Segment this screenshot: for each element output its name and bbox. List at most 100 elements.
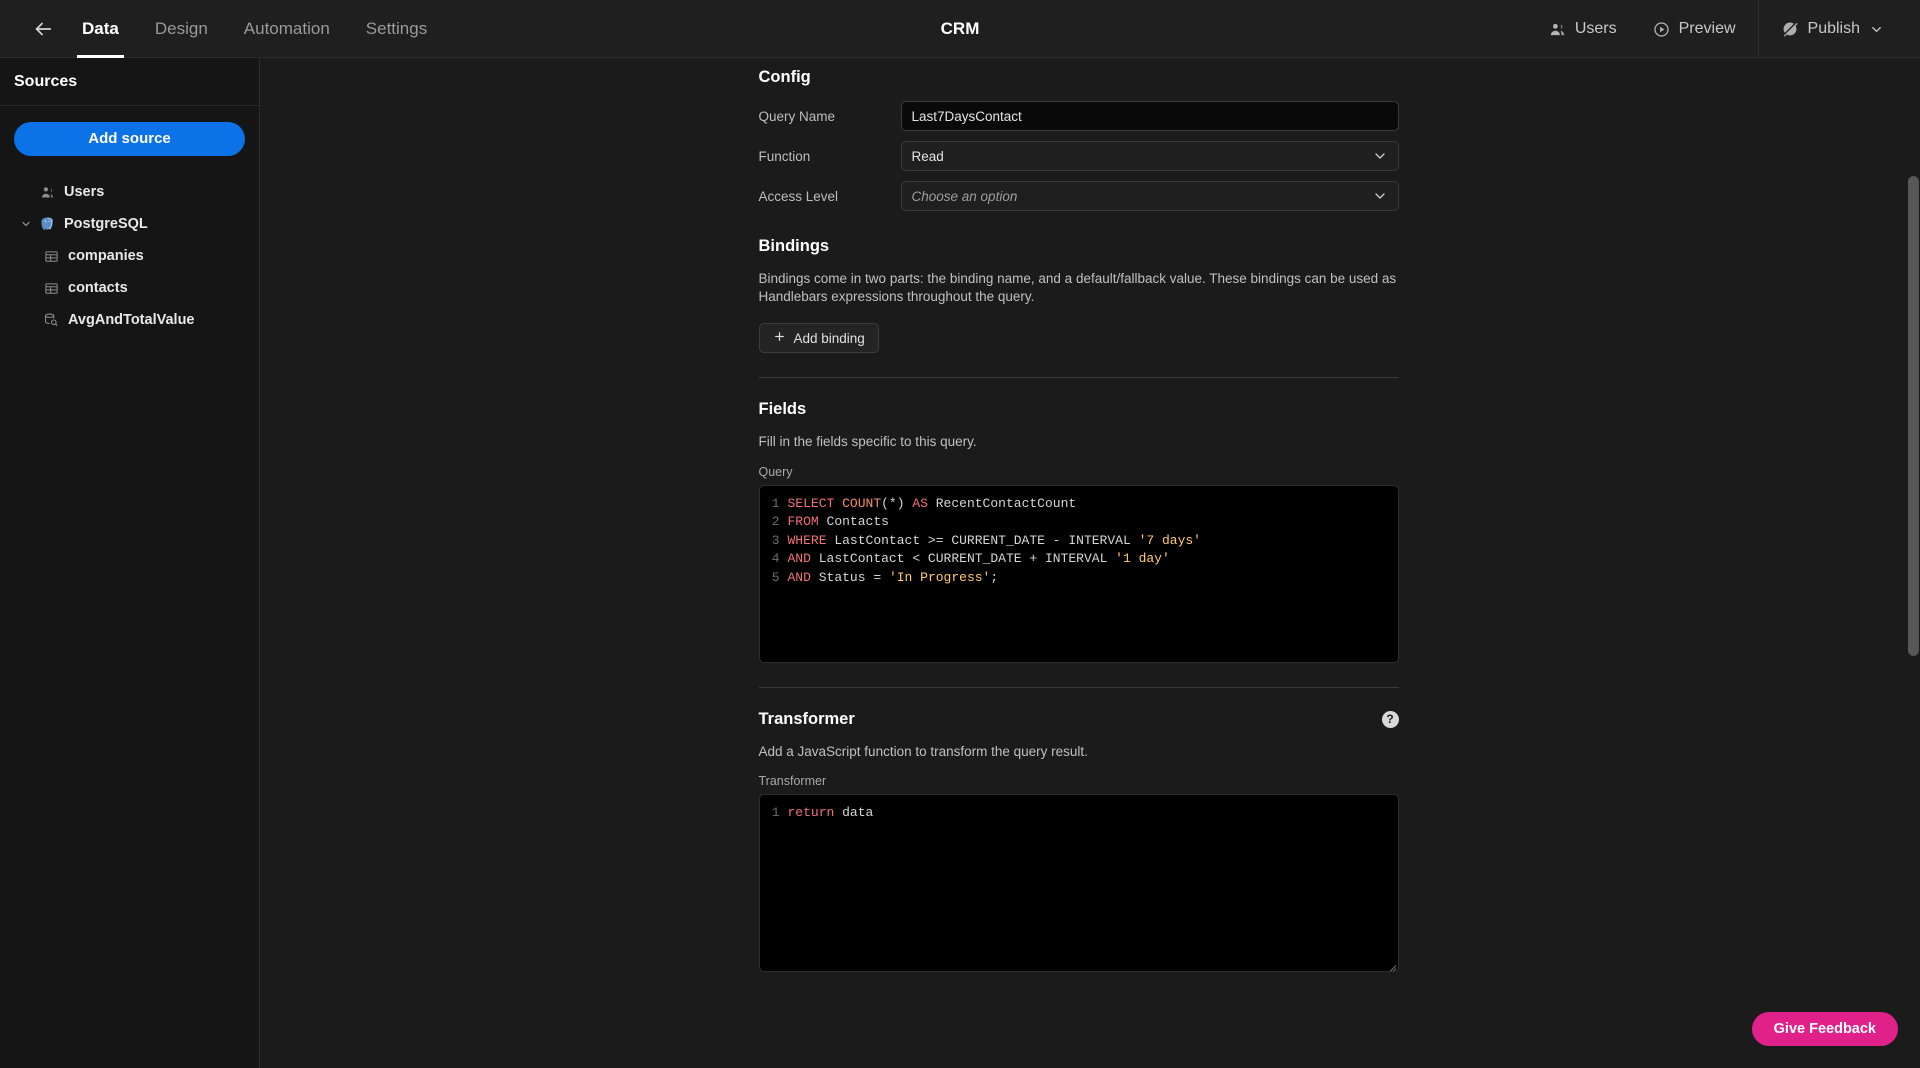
sidebar-item-label: AvgAndTotalValue [68,312,195,328]
sidebar-header: Sources [0,58,259,106]
code-token: SELECT [787,495,843,511]
query-field-label: Query [758,464,793,479]
sidebar-item-label: PostgreSQL [64,216,148,232]
tab-data[interactable]: Data [64,0,137,58]
transformer-title: Transformer [758,709,855,728]
sidebar-item-label: contacts [68,280,128,296]
back-button[interactable] [22,8,64,50]
function-select[interactable]: Read [900,141,1399,171]
code-line: 5 AND Status = 'In Progress'; [760,569,1398,588]
play-circle-icon [1653,21,1670,38]
help-circle-icon[interactable]: ? [1381,710,1399,728]
users-source-icon [34,185,60,200]
code-token: ; [990,569,999,585]
code-token: data [842,805,874,821]
publish-button[interactable]: Publish [1763,0,1902,58]
access-level-select[interactable]: Choose an option [900,181,1399,211]
code-line: 3 WHERE LastContact >= CURRENT_DATE - INT… [760,532,1398,551]
sidebar-body: Add source Users PostgreSQL companies co… [0,106,259,336]
function-label: Function [758,148,811,164]
access-level-label: Access Level [758,188,839,204]
tab-automation-label: Automation [243,18,330,38]
line-number: 1 [771,805,780,821]
code-token: RecentContactCount [935,495,1077,511]
code-token: (*) [881,495,913,511]
add-source-button[interactable]: Add source [14,122,245,156]
add-binding-button[interactable]: Add binding [758,323,879,354]
code-line: 2 FROM Contacts [760,513,1398,532]
access-level-row: Access Level Choose an option [759,181,1399,211]
sql-code-editor[interactable]: 1 SELECT COUNT (*) AS RecentContactCount 2 F… [758,484,1399,663]
line-number: 2 [771,514,780,530]
top-bar: Data Design Automation Settings CRM User… [0,0,1920,58]
users-button[interactable]: Users [1531,0,1635,58]
query-name-row: Query Name Last7DaysContact [759,101,1399,131]
query-name-label: Query Name [758,108,836,124]
code-token: '1 day' [1115,551,1170,567]
bindings-description: Bindings come in two parts: the binding … [758,271,1397,304]
chevron-down-icon[interactable] [18,218,34,230]
code-token: AS [912,495,936,511]
chevron-down-icon [1372,148,1388,164]
sidebar-item-contacts[interactable]: contacts [14,272,245,304]
code-token: 'In Progress' [888,569,991,585]
tab-automation[interactable]: Automation [226,0,348,58]
resize-handle[interactable] [1384,957,1396,969]
add-binding-label: Add binding [793,330,865,346]
chevron-down-icon [1372,188,1388,204]
tab-design[interactable]: Design [137,0,226,58]
code-token: WHERE [787,532,835,548]
transformer-code-editor[interactable]: 1 return data [758,794,1399,973]
code-token: AND [787,551,819,567]
preview-button[interactable]: Preview [1635,0,1754,58]
code-token: LastContact < CURRENT_DATE + INTERVAL [818,551,1116,567]
sidebar-item-companies[interactable]: companies [14,240,245,272]
preview-button-label: Preview [1678,20,1736,37]
query-name-input[interactable]: Last7DaysContact [900,101,1399,131]
arrow-left-icon [35,22,52,35]
tab-data-label: Data [82,18,119,38]
toolbar-divider [1757,0,1759,58]
top-bar-right: Users Preview Publish [1531,0,1920,58]
users-button-label: Users [1574,20,1617,37]
publish-globe-icon [1781,20,1799,38]
code-token: '7 days' [1138,532,1201,548]
function-row: Function Read [759,141,1399,171]
line-number: 3 [771,532,780,548]
code-line: 1 return data [760,804,1398,823]
bindings-section: Bindings Bindings come in two parts: the… [758,237,1399,379]
transformer-description: Add a JavaScript function to transform t… [758,743,1088,759]
plus-icon [773,330,786,346]
sidebar-item-label: companies [68,248,144,264]
transformer-field-label: Transformer [758,774,827,789]
sidebar-item-label: Users [64,184,105,200]
sidebar-item-postgresql[interactable]: PostgreSQL [14,208,245,240]
main-scrollbar-track[interactable] [1907,58,1920,1068]
tab-settings[interactable]: Settings [348,0,445,58]
top-bar-left: Data Design Automation Settings [0,0,445,58]
fields-description: Fill in the fields specific to this quer… [758,434,977,450]
table-icon [38,281,64,296]
code-token: return [787,805,843,821]
config-section: Config Query Name Last7DaysContact Funct… [759,68,1399,211]
main-scrollbar-thumb[interactable] [1908,176,1919,656]
sidebar-item-avgandtotalvalue[interactable]: AvgAndTotalValue [14,304,245,336]
function-value: Read [911,148,944,164]
code-line: 4 AND LastContact < CURRENT_DATE + INTERV… [760,550,1398,569]
transformer-header: Transformer ? [759,710,1399,729]
source-list: Users PostgreSQL companies contacts AvgA… [14,176,245,336]
give-feedback-button[interactable]: Give Feedback [1751,1012,1898,1046]
publish-button-label: Publish [1807,20,1860,37]
query-name-value: Last7DaysContact [911,108,1022,124]
line-number: 4 [771,551,780,567]
access-level-value: Choose an option [911,188,1018,204]
section-divider [758,377,1399,379]
section-divider [758,686,1399,688]
chevron-down-icon [1869,22,1884,37]
sidebar-item-users[interactable]: Users [14,176,245,208]
query-icon [38,312,64,328]
postgresql-icon [34,216,60,233]
code-token: AND [787,569,819,585]
code-token: COUNT [842,495,882,511]
fields-title: Fields [758,400,807,419]
